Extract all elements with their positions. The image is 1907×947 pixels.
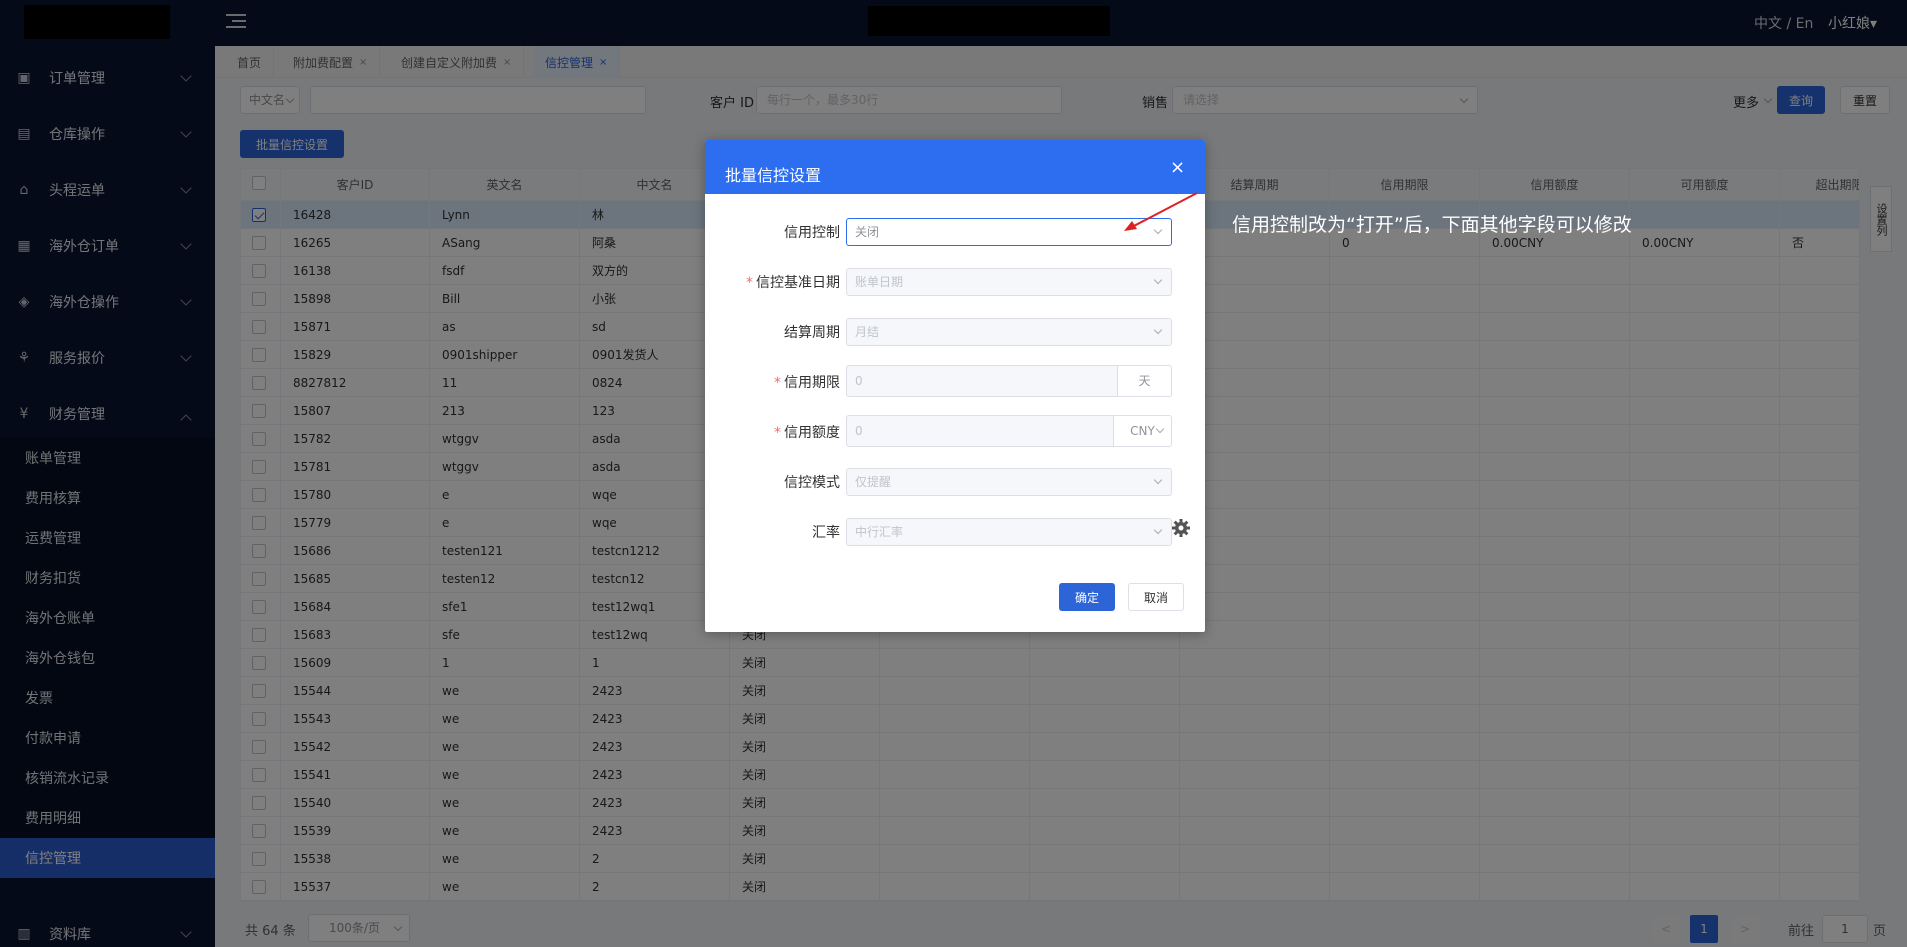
- dialog-header: 批量信控设置 ×: [705, 140, 1205, 194]
- annotation-text: 信用控制改为“打开”后，下面其他字段可以修改: [1232, 214, 1632, 236]
- dialog-title: 批量信控设置: [725, 166, 822, 185]
- annotation-arrow-icon: [1124, 192, 1198, 231]
- chevron-down-icon: [1153, 325, 1163, 335]
- required-mark: *: [774, 425, 781, 441]
- input-value: 0: [855, 424, 863, 438]
- credit-control-label: 信用控制: [705, 222, 840, 242]
- input-value: 0: [855, 374, 863, 388]
- gear-icon[interactable]: [1171, 518, 1191, 538]
- cancel-button[interactable]: 取消: [1128, 583, 1184, 611]
- label-text: 信用控制: [784, 225, 840, 241]
- select-placeholder: 月结: [855, 325, 880, 339]
- select-placeholder: 仅提醒: [855, 475, 892, 489]
- select-placeholder: 中行汇率: [855, 525, 904, 539]
- chevron-down-icon: [1153, 275, 1163, 285]
- currency-value: CNY: [1130, 424, 1155, 438]
- exchange-rate-label: 汇率: [705, 522, 840, 542]
- credit-days-input[interactable]: 0 天: [846, 365, 1172, 397]
- chevron-down-icon: [1153, 475, 1163, 485]
- label-text: 汇率: [812, 525, 840, 541]
- label-text: 信用额度: [784, 425, 840, 441]
- exchange-rate-select[interactable]: 中行汇率: [846, 518, 1172, 546]
- select-placeholder: 账单日期: [855, 275, 904, 289]
- chevron-down-icon: [1153, 525, 1163, 535]
- label-text: 结算周期: [784, 325, 840, 341]
- chevron-down-icon: [1155, 424, 1165, 434]
- select-value: 关闭: [855, 225, 880, 239]
- base-date-select[interactable]: 账单日期: [846, 268, 1172, 296]
- currency-select[interactable]: CNY: [1113, 415, 1172, 447]
- label-text: 信控模式: [784, 475, 840, 491]
- credit-limit-label: * 信用额度: [705, 422, 840, 442]
- credit-mode-select[interactable]: 仅提醒: [846, 468, 1172, 496]
- required-mark: *: [746, 275, 753, 291]
- credit-days-unit: 天: [1117, 365, 1172, 397]
- settle-period-label: 结算周期: [705, 322, 840, 342]
- base-date-label: * 信控基准日期: [705, 272, 840, 292]
- settle-period-select[interactable]: 月结: [846, 318, 1172, 346]
- label-text: 信用期限: [784, 375, 840, 391]
- required-mark: *: [774, 375, 781, 391]
- credit-days-label: * 信用期限: [705, 372, 840, 392]
- credit-mode-label: 信控模式: [705, 472, 840, 492]
- credit-limit-input[interactable]: 0 CNY: [846, 415, 1172, 447]
- close-icon[interactable]: ×: [1170, 157, 1185, 178]
- confirm-button[interactable]: 确定: [1059, 583, 1115, 611]
- label-text: 信控基准日期: [756, 275, 840, 291]
